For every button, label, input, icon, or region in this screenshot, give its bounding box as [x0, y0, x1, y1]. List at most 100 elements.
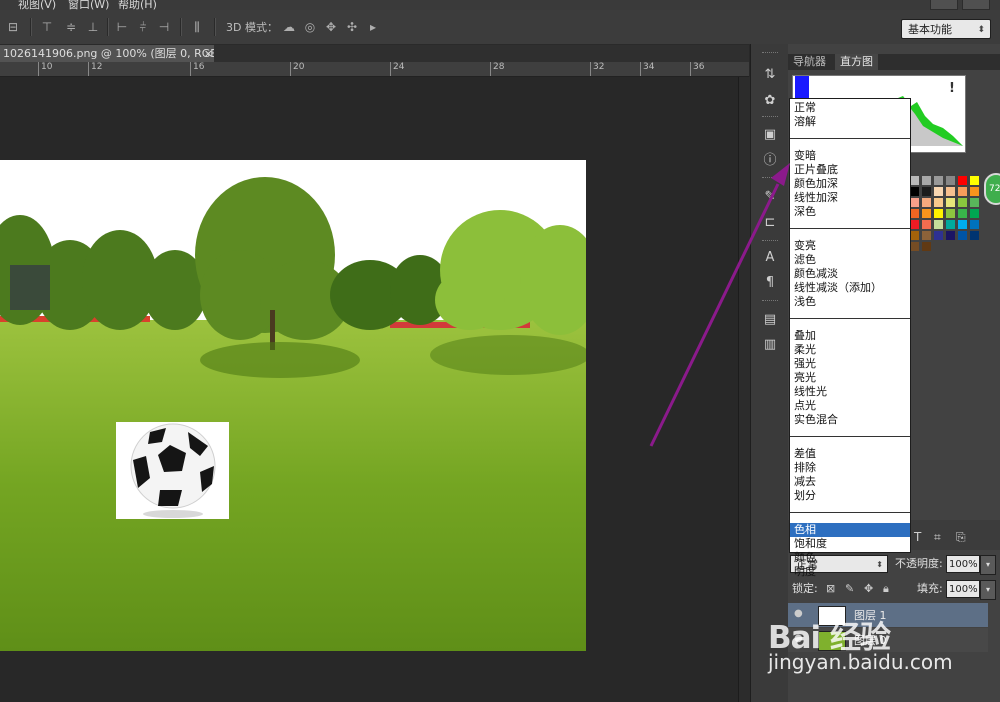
color-swatch[interactable]: [922, 231, 931, 240]
shape-filter-icon[interactable]: ⌗: [934, 530, 941, 545]
color-dial[interactable]: 72: [984, 173, 1000, 205]
blend-mode-option[interactable]: 颜色: [794, 551, 816, 565]
close-tab-icon[interactable]: ×: [204, 45, 213, 62]
actions-icon[interactable]: ▤: [761, 311, 779, 329]
color-swatch[interactable]: [910, 220, 919, 229]
color-swatch[interactable]: [970, 220, 979, 229]
3d-roll-icon[interactable]: ◎: [303, 19, 317, 35]
blend-mode-option[interactable]: 线性加深: [794, 191, 838, 205]
color-swatch[interactable]: [910, 176, 919, 185]
blend-mode-option[interactable]: 点光: [794, 399, 816, 413]
workspace-select[interactable]: 基本功能 ⬍: [901, 19, 991, 39]
color-swatch[interactable]: [934, 209, 943, 218]
color-swatch[interactable]: [970, 209, 979, 218]
panel-grip[interactable]: [762, 116, 778, 119]
color-swatch[interactable]: [934, 220, 943, 229]
color-swatch[interactable]: [946, 198, 955, 207]
color-swatch[interactable]: [946, 220, 955, 229]
blend-mode-option[interactable]: 差值: [794, 447, 816, 461]
blend-mode-option[interactable]: 划分: [794, 489, 816, 503]
opacity-dropdown-icon[interactable]: ▾: [980, 555, 996, 575]
align-right-icon[interactable]: ⊣: [157, 19, 171, 35]
opacity-input[interactable]: 100%: [946, 555, 980, 573]
document-tab[interactable]: 1026141906.png @ 100% (图层 0, RGB/8) ×: [0, 45, 217, 62]
color-swatch[interactable]: [958, 187, 967, 196]
fill-input[interactable]: 100%: [946, 580, 980, 598]
blend-mode-option[interactable]: 饱和度: [794, 537, 827, 551]
color-swatch[interactable]: [922, 187, 931, 196]
color-swatch[interactable]: [958, 231, 967, 240]
color-swatch[interactable]: [958, 198, 967, 207]
blend-mode-option[interactable]: 变暗: [794, 149, 816, 163]
color-swatch[interactable]: [934, 176, 943, 185]
move-tool-icon[interactable]: ⊟: [6, 19, 20, 35]
blend-mode-option[interactable]: 实色混合: [794, 413, 838, 427]
color-swatch[interactable]: [922, 198, 931, 207]
tab-navigator[interactable]: 导航器: [788, 54, 831, 70]
minimize-button[interactable]: [930, 0, 958, 10]
blend-mode-option[interactable]: 线性光: [794, 385, 827, 399]
blend-mode-option[interactable]: 滤色: [794, 253, 816, 267]
clone-source-icon[interactable]: ⊏: [761, 214, 779, 232]
panel-grip[interactable]: [762, 300, 778, 303]
properties-icon[interactable]: ▣: [761, 126, 779, 144]
color-swatch[interactable]: [910, 198, 919, 207]
notes-icon[interactable]: ▥: [761, 336, 779, 354]
align-bottom-icon[interactable]: ⊥: [86, 19, 100, 35]
lock-paint-icon[interactable]: ✎: [845, 582, 854, 595]
color-swatch[interactable]: [910, 209, 919, 218]
lock-position-icon[interactable]: ✥: [864, 582, 873, 595]
fill-dropdown-icon[interactable]: ▾: [980, 580, 996, 600]
3d-rotate-icon[interactable]: ☁: [282, 19, 296, 35]
document-image[interactable]: [0, 160, 586, 651]
color-swatch[interactable]: [922, 220, 931, 229]
color-swatch[interactable]: [946, 187, 955, 196]
info-icon[interactable]: ⓘ: [761, 152, 779, 170]
3d-pan-icon[interactable]: ✥: [324, 19, 338, 35]
blend-mode-option[interactable]: 色相: [794, 523, 816, 537]
blend-mode-option[interactable]: 排除: [794, 461, 816, 475]
smart-object-filter-icon[interactable]: ⎘: [956, 530, 966, 545]
character-icon[interactable]: A: [761, 249, 779, 267]
distribute-icon[interactable]: ⫼: [190, 19, 204, 35]
blend-mode-option[interactable]: 柔光: [794, 343, 816, 357]
blend-mode-option[interactable]: 减去: [794, 475, 816, 489]
align-vcenter-icon[interactable]: ≑: [64, 19, 78, 35]
lock-all-icon[interactable]: 🔒︎: [883, 582, 889, 596]
panel-grip[interactable]: [762, 52, 778, 55]
maximize-button[interactable]: [962, 0, 990, 10]
lock-transparent-icon[interactable]: ⊠: [826, 582, 835, 595]
blend-mode-option[interactable]: 明度: [794, 565, 816, 579]
blend-mode-option[interactable]: 颜色减淡: [794, 267, 838, 281]
color-swatch[interactable]: [910, 187, 919, 196]
color-swatch[interactable]: [946, 209, 955, 218]
color-swatch[interactable]: [922, 209, 931, 218]
blend-mode-option[interactable]: 正常: [794, 101, 816, 115]
histogram-warning-icon[interactable]: !: [949, 81, 955, 96]
color-swatch[interactable]: [970, 198, 979, 207]
color-swatch[interactable]: [946, 176, 955, 185]
canvas-scrollbar[interactable]: [738, 77, 750, 702]
blend-mode-option[interactable]: 线性减淡（添加）: [794, 281, 882, 295]
color-swatch[interactable]: [922, 242, 931, 251]
color-swatch[interactable]: [958, 209, 967, 218]
color-swatch[interactable]: [922, 176, 931, 185]
color-swatch[interactable]: [934, 198, 943, 207]
color-swatch[interactable]: [958, 176, 967, 185]
type-filter-icon[interactable]: T: [914, 530, 921, 544]
color-swatch[interactable]: [970, 176, 979, 185]
blend-mode-option[interactable]: 强光: [794, 357, 816, 371]
history-icon[interactable]: ⇅: [761, 66, 779, 84]
color-palette-icon[interactable]: ✿: [761, 92, 779, 110]
menu-help[interactable]: 帮助(H): [118, 0, 157, 10]
blend-mode-option[interactable]: 正片叠底: [794, 163, 838, 177]
color-swatch[interactable]: [934, 231, 943, 240]
panel-grip[interactable]: [762, 240, 778, 243]
color-swatch[interactable]: [946, 231, 955, 240]
tab-histogram[interactable]: 直方图: [835, 54, 878, 70]
blend-mode-option[interactable]: 浅色: [794, 295, 816, 309]
brush-preset-icon[interactable]: ✎: [761, 188, 779, 206]
align-left-icon[interactable]: ⊢: [115, 19, 129, 35]
3d-slide-icon[interactable]: ✣: [345, 19, 359, 35]
menu-window[interactable]: 窗口(W): [68, 0, 109, 10]
